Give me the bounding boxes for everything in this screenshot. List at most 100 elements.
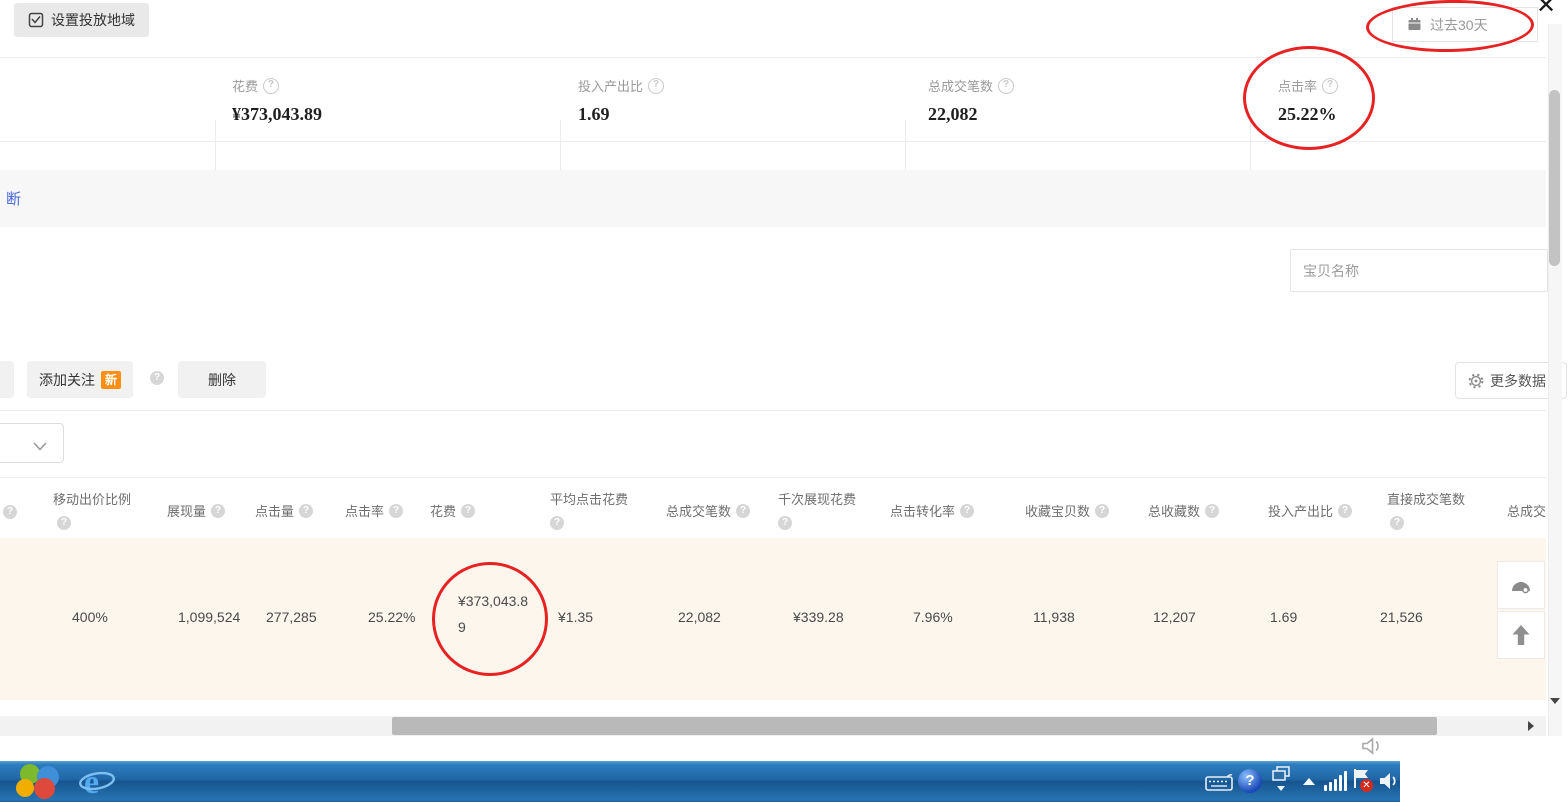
summary-stats-bar: 花费? ¥373,043.89 投入产出比? 1.69 总成交笔数? 22,08… [0,57,1546,192]
speaker-icon[interactable] [1360,736,1384,761]
col-header-spend[interactable]: 花费? [430,501,476,520]
help-icon[interactable]: ? [1322,77,1339,94]
col-header-impressions[interactable]: 展现量? [167,501,226,520]
scroll-down-arrow[interactable] [1550,698,1560,704]
help-icon[interactable]: ? [263,77,280,94]
col-header-avg-click-cost[interactable]: 平均点击花费 [550,489,628,508]
date-range-button[interactable]: 过去30天 [1392,7,1538,42]
vertical-scrollbar-thumb[interactable] [1549,90,1560,266]
cell-favorited-items: 11,938 [1033,609,1075,625]
col-header-roi[interactable]: 投入产出比? [1268,501,1353,520]
help-icon[interactable]: ? [1095,503,1110,518]
cell-avg-click-cost: ¥1.35 [558,609,594,625]
col-label: 展现量 [167,504,207,519]
stat-value: 25.22% [1278,104,1337,124]
cell-impressions: 1,099,524 [178,609,241,625]
chevron-down-icon [33,438,47,456]
col-label: 点击量 [255,504,295,519]
col-header-cpm[interactable]: 千次展现花费 [778,489,856,508]
help-icon[interactable]: ? [1390,516,1404,530]
col-label: 收藏宝贝数 [1025,504,1091,519]
cell-click-conversion: 7.96% [913,609,953,625]
help-icon[interactable]: ? [778,516,792,530]
set-region-button[interactable]: 设置投放地域 [14,3,149,37]
help-icon[interactable]: ? [648,77,665,94]
col-header-ctr[interactable]: 点击率? [345,501,404,520]
keyboard-icon[interactable] [1205,774,1233,796]
ie-browser-icon[interactable]: e [78,763,116,802]
windows-switch-icon[interactable] [1272,766,1290,797]
help-icon[interactable]: ? [57,516,71,530]
help-icon[interactable]: ? [960,503,975,518]
show-hidden-icons[interactable] [1303,778,1315,785]
start-logo-icon[interactable] [16,764,62,800]
diagnose-link[interactable]: 断 [6,188,21,209]
stat-label: 投入产出比 [578,79,644,94]
more-data-label: 更多数据 [1490,372,1546,389]
close-icon[interactable]: ✕ [1536,0,1556,20]
calendar-icon [1407,17,1422,32]
help-icon[interactable]: ? [150,371,164,385]
col-label: 直接成交笔数 [1387,492,1466,507]
stat-value: ¥373,043.89 [232,104,322,124]
scroll-right-arrow[interactable] [1528,721,1534,731]
stat-label: 花费 [232,79,259,94]
col-header-total-deals[interactable]: 总成交笔数? [666,501,751,520]
gear-icon [1468,373,1484,389]
clipped-button[interactable] [0,361,14,398]
help-icon[interactable]: ? [1205,503,1220,518]
cell-direct-deals: 21,526 [1380,609,1423,625]
col-header-direct-deals[interactable]: 直接成交笔数 [1387,489,1465,508]
service-button[interactable] [1497,561,1545,609]
network-signal-icon[interactable] [1324,771,1350,791]
section-divider [0,410,1546,411]
new-badge: 新 [101,370,122,389]
help-icon[interactable]: ? [299,503,314,518]
cell-spend: ¥373,043.89 [458,593,529,635]
help-icon[interactable]: ? [211,503,226,518]
help-icon[interactable]: ? [998,77,1015,94]
col-label: 点击率 [345,504,385,519]
network-error-flag-icon[interactable]: ✕ [1352,768,1374,797]
horizontal-scrollbar-thumb[interactable] [392,717,1437,735]
bulk-action-select[interactable] [0,423,64,463]
item-name-input[interactable] [1290,249,1548,292]
col-label: 投入产出比 [1268,504,1334,519]
stat-value: 1.69 [578,104,610,124]
arrow-up-icon [1511,624,1531,646]
help-icon[interactable]: ? [736,503,751,518]
add-watch-button[interactable]: 添加关注 新 [27,361,134,398]
screen: 设置投放地域 过去30天 ✕ 花费? ¥373,043.89 投入产出比? 1.… [0,0,1568,802]
stat-label: 总成交笔数 [928,79,994,94]
help-icon[interactable]: ? [550,516,564,530]
help-icon[interactable]: ? [461,503,476,518]
cell-ctr: 25.22% [368,609,416,625]
col-header-total-favorites[interactable]: 总收藏数? [1148,501,1220,520]
help-icon[interactable]: ? [3,505,17,519]
svg-text:e: e [84,764,99,801]
col-header-click-conversion[interactable]: 点击转化率? [890,501,975,520]
stat-card-ctr: 点击率? 25.22% [1278,76,1339,125]
delete-label: 删除 [208,371,236,388]
table-top-divider [0,477,1546,478]
help-icon[interactable]: ? [389,503,404,518]
stat-card-roi: 投入产出比? 1.69 [578,76,665,125]
col-header-total-trans[interactable]: 总成交 [1507,501,1546,520]
map-check-icon [28,12,44,28]
delete-button[interactable]: 删除 [178,361,266,398]
service-icon [1509,575,1533,596]
col-header-favorited-items[interactable]: 收藏宝贝数? [1025,501,1110,520]
col-header-mobile-bid-ratio[interactable]: 移动出价比例 [53,489,131,508]
set-region-label: 设置投放地域 [51,12,135,28]
col-header-clicks[interactable]: 点击量? [255,501,314,520]
back-to-top-button[interactable] [1497,611,1545,659]
volume-icon[interactable] [1378,770,1400,797]
col-label: 总收藏数 [1148,504,1201,519]
help-tray-icon[interactable]: ? [1238,769,1262,793]
stat-label: 点击率 [1278,79,1318,94]
col-label: 总成交 [1507,504,1547,519]
cell-mobile-bid-ratio: 400% [72,609,108,625]
col-label: 千次展现花费 [778,492,857,507]
help-icon[interactable]: ? [1338,503,1353,518]
error-badge: ✕ [1360,779,1373,792]
